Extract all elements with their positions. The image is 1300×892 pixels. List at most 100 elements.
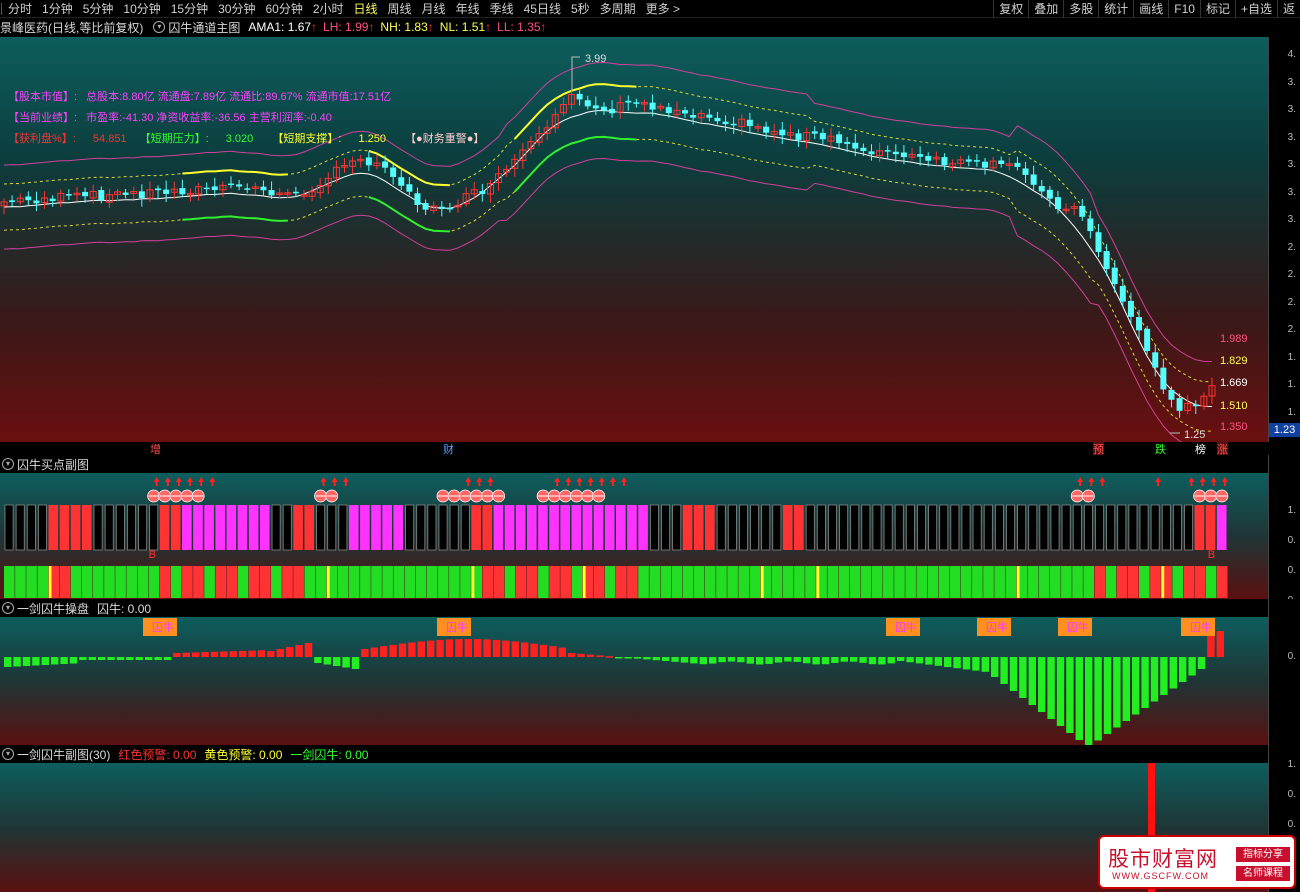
period-tab-15[interactable]: 多周期 — [595, 0, 641, 18]
histogram-bar — [276, 649, 284, 657]
axis-tick: 3. — [1287, 131, 1296, 143]
candle — [341, 158, 349, 173]
candle — [1038, 180, 1045, 199]
histogram-bar — [154, 657, 162, 660]
candle — [714, 111, 721, 125]
collapse-icon[interactable]: ▾ — [2, 748, 14, 760]
sub2-title[interactable]: 一剑囚牛操盘 — [17, 600, 89, 617]
toolbar-button-4[interactable]: 画线 — [1133, 0, 1168, 18]
collapse-icon[interactable]: ▾ — [153, 21, 166, 33]
histogram-bar — [351, 657, 360, 669]
period-tab-8[interactable]: 日线 — [349, 0, 383, 18]
histogram-bar — [568, 653, 576, 657]
candle — [1136, 309, 1143, 340]
histogram-bar — [793, 657, 801, 662]
indicator-name[interactable]: 囚牛通道主图 — [168, 19, 240, 36]
period-tab-5[interactable]: 30分钟 — [213, 0, 260, 18]
period-tab-13[interactable]: 45日线 — [519, 0, 566, 18]
histogram-bar — [671, 657, 679, 662]
buy-point-column — [538, 505, 549, 598]
period-tab-11[interactable]: 年线 — [451, 0, 485, 18]
histogram-bar — [925, 657, 933, 665]
period-tab-16[interactable]: 更多 > — [641, 0, 685, 18]
histogram-bar — [98, 657, 106, 660]
histogram-bar — [239, 650, 247, 657]
toolbar-button-5[interactable]: F10 — [1168, 0, 1200, 18]
axis-tick: 2. — [1287, 296, 1296, 308]
histogram-bar — [69, 657, 78, 664]
bull-sub-chart[interactable] — [0, 763, 1268, 892]
histogram-bar — [145, 657, 153, 660]
axis-tick: 0. — [1287, 651, 1296, 662]
toolbar-button-1[interactable]: 叠加 — [1028, 0, 1063, 18]
candle — [706, 108, 713, 122]
bull-buy-point-chart[interactable]: BB — [0, 473, 1268, 599]
candle — [989, 157, 997, 172]
candle — [892, 144, 899, 163]
histogram-bar — [427, 640, 435, 657]
up-arrow-icon — [598, 477, 605, 486]
buy-point-column — [426, 504, 438, 598]
toolbar-button-0[interactable]: 复权 — [993, 0, 1028, 18]
candle — [616, 95, 624, 119]
collapse-icon[interactable]: ▾ — [2, 602, 14, 614]
period-tab-2[interactable]: 5分钟 — [78, 0, 119, 18]
candle — [1200, 392, 1208, 410]
toolbar-button-6[interactable]: 标记 — [1199, 0, 1235, 18]
candle — [365, 151, 372, 172]
sub3-title[interactable]: 一剑囚牛副图(30) — [17, 746, 110, 763]
toolbar-button-7[interactable]: +自选 — [1234, 0, 1277, 18]
candle — [917, 146, 924, 166]
histogram-bar — [1141, 657, 1149, 708]
buy-point-column — [794, 505, 805, 598]
bull-operation-chart[interactable]: 囚牛 囚牛 囚牛 囚牛 囚牛 囚牛 — [0, 617, 1268, 745]
period-tab-7[interactable]: 2小时 — [308, 0, 349, 18]
period-tab-4[interactable]: 15分钟 — [166, 0, 213, 18]
histogram-bar — [333, 657, 341, 666]
candle — [592, 96, 599, 116]
period-toolbar: 分时 1分钟 5分钟 10分钟 15分钟 30分钟 60分钟 2小时 日线 周线 月线 年线 季线 45日… — [0, 0, 1300, 18]
toolbar-button-2[interactable]: 多股 — [1063, 0, 1098, 18]
buy-point-column — [437, 504, 449, 598]
collapse-icon[interactable]: ▾ — [2, 458, 14, 470]
candle — [795, 129, 802, 147]
sub1-title[interactable]: 囚牛买点副图 — [17, 456, 89, 473]
up-arrow-icon: ↑ — [427, 20, 434, 34]
histogram-bar — [1094, 657, 1102, 741]
period-tab-1[interactable]: 1分钟 — [37, 0, 78, 18]
period-tab-14[interactable]: 5秒 — [566, 0, 595, 18]
histogram-bar — [304, 643, 313, 657]
buy-point-column — [1038, 504, 1050, 598]
histogram-bar — [1122, 657, 1130, 721]
histogram-bar — [662, 657, 670, 661]
histogram-bar — [680, 657, 689, 663]
cap-values: 总股本:8.80亿 流通盘:7.89亿 流通比:89.67% 流通市值:17.5… — [86, 91, 392, 103]
up-arrow-icon — [576, 477, 583, 486]
period-tab-3[interactable]: 10分钟 — [118, 0, 165, 18]
buy-point-column — [248, 505, 260, 598]
fundamentals-box: 【股本市值】: 总股本:8.80亿 流通盘:7.89亿 流通比:89.67% 流… — [8, 87, 484, 150]
candle — [559, 97, 567, 117]
up-arrow-icon — [621, 477, 627, 486]
svg-text:囚牛: 囚牛 — [152, 620, 174, 634]
buy-signal-ball — [570, 489, 583, 503]
buy-point-column — [1083, 504, 1094, 598]
toolbar-button-3[interactable]: 统计 — [1098, 0, 1133, 18]
period-tab-6[interactable]: 60分钟 — [260, 0, 307, 18]
ll-right-label: 1.350 — [1220, 421, 1248, 433]
toolbar-button-8[interactable]: 返 — [1276, 0, 1300, 18]
candle — [722, 115, 729, 132]
period-tab-10[interactable]: 月线 — [417, 0, 451, 18]
candle — [65, 189, 72, 201]
profit-label: 【获利盘%】: — [8, 133, 76, 145]
nl-right-label: 1.510 — [1220, 400, 1248, 412]
candle — [236, 179, 243, 191]
buy-point-column — [126, 504, 138, 598]
red-warning: 红色预警: 0.00 — [118, 747, 197, 762]
period-tab-9[interactable]: 周线 — [383, 0, 417, 18]
up-arrow-icon — [331, 477, 338, 486]
period-tab-12[interactable]: 季线 — [485, 0, 519, 18]
period-tab-0[interactable]: 分时 — [3, 0, 37, 18]
axis-tick: 3. — [1287, 159, 1296, 170]
candlestick-chart[interactable]: 【股本市值】: 总股本:8.80亿 流通盘:7.89亿 流通比:89.67% 流… — [0, 37, 1268, 442]
